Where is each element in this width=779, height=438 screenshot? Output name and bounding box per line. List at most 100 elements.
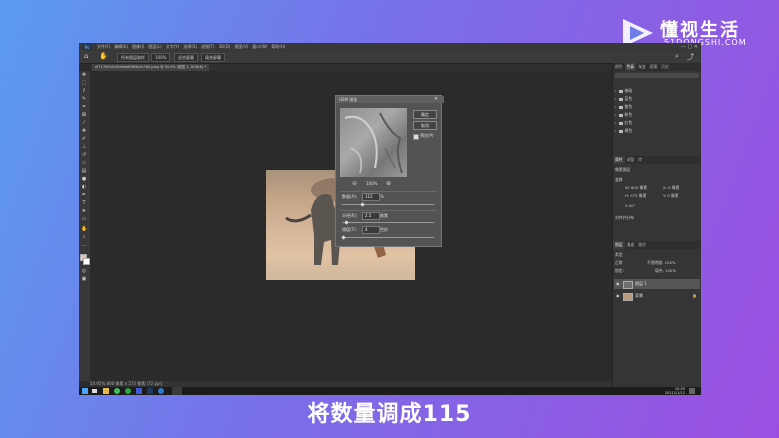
zoom-field[interactable]: 100% xyxy=(151,53,171,62)
menu-image[interactable]: 图像(I) xyxy=(132,43,144,51)
path-select-tool-icon[interactable]: ➤ xyxy=(81,209,87,214)
brush-tool-icon[interactable]: ✐ xyxy=(81,137,87,142)
quick-select-tool-icon[interactable]: ✎ xyxy=(81,97,87,102)
edge-icon[interactable] xyxy=(158,388,164,394)
blur-tool-icon[interactable]: ● xyxy=(81,177,87,182)
search-icon[interactable]: ⌕ xyxy=(675,52,679,61)
tab-color[interactable]: 颜色 xyxy=(613,63,625,71)
swatch-folder[interactable]: › 蓝色 xyxy=(615,96,695,102)
fill-field[interactable]: 填充: 100% xyxy=(655,268,699,274)
hand-tool-side-icon[interactable]: ✋ xyxy=(81,227,87,232)
amount-slider-track[interactable] xyxy=(342,204,434,205)
hand-tool-icon[interactable]: ✋ xyxy=(99,52,108,60)
dialog-close-icon[interactable]: ✕ xyxy=(434,96,438,103)
background-color-swatch[interactable] xyxy=(83,258,90,265)
window-controls[interactable]: — ▢ ✕ xyxy=(681,43,698,51)
type-tool-icon[interactable]: T xyxy=(81,201,87,206)
zoom-out-icon[interactable]: ⊖ xyxy=(352,180,357,187)
menu-3d[interactable]: 3D(D) xyxy=(219,43,231,51)
sample-all-layers-checkbox[interactable]: 所有图层取样 xyxy=(117,53,149,62)
swatch-folder[interactable]: › 红色 xyxy=(615,120,695,126)
pen-tool-icon[interactable]: ✒ xyxy=(81,193,87,198)
history-brush-tool-icon[interactable]: ↺ xyxy=(81,153,87,158)
visibility-eye-icon[interactable]: ◉ xyxy=(616,291,620,301)
blend-mode-select[interactable]: 正常 xyxy=(615,260,643,266)
fit-screen-button[interactable]: 适合屏幕 xyxy=(174,53,198,62)
menu-edit[interactable]: 编辑(E) xyxy=(114,43,128,51)
healing-tool-icon[interactable]: ✚ xyxy=(81,129,87,134)
tab-libraries[interactable]: 库 xyxy=(636,156,644,164)
photoshop-taskbar-icon[interactable] xyxy=(147,388,153,394)
layer-kind-filter[interactable]: 类型 xyxy=(615,252,645,258)
layer-row[interactable]: ◉ 背景 🔒 xyxy=(614,291,700,301)
amount-slider-knob[interactable] xyxy=(360,202,365,207)
move-tool-icon[interactable]: ✥ xyxy=(81,73,87,78)
visibility-eye-icon[interactable]: ◉ xyxy=(616,279,620,289)
windows-start-icon[interactable] xyxy=(82,388,88,394)
radius-slider-knob[interactable] xyxy=(344,220,349,225)
threshold-slider-track[interactable] xyxy=(342,237,434,238)
swatch-folder[interactable]: › 基础 xyxy=(615,88,695,94)
swatch-folder[interactable]: › 粉色 xyxy=(615,112,695,118)
screen-mode-icon[interactable]: ▣ xyxy=(81,277,87,282)
search-taskbar-icon[interactable] xyxy=(92,389,97,393)
active-photoshop-task[interactable] xyxy=(172,387,182,395)
radius-slider-track[interactable] xyxy=(342,222,434,223)
amount-input[interactable]: 115 xyxy=(362,193,380,201)
lasso-tool-icon[interactable]: ℓ xyxy=(81,89,87,94)
dodge-tool-icon[interactable]: ◐ xyxy=(81,185,87,190)
ok-button[interactable]: 确定 xyxy=(413,110,437,119)
preview-checkbox[interactable] xyxy=(413,134,419,140)
menu-select[interactable]: 选择(S) xyxy=(183,43,197,51)
tab-patterns[interactable]: 图案 xyxy=(648,63,660,71)
angle-field[interactable]: 0.00° xyxy=(625,203,655,209)
home-icon[interactable]: ⌂ xyxy=(84,52,88,60)
fill-screen-button[interactable]: 填充屏幕 xyxy=(201,53,225,62)
cancel-button[interactable]: 取消 xyxy=(413,121,437,130)
more-tools-icon[interactable]: … xyxy=(81,243,87,248)
menu-view[interactable]: 视图(V) xyxy=(234,43,248,51)
clock[interactable]: 10:59 2021/11/12 xyxy=(663,387,685,395)
menu-help[interactable]: 帮助(H) xyxy=(271,43,285,51)
threshold-input[interactable]: 4 xyxy=(362,226,380,234)
menu-type[interactable]: 文字(Y) xyxy=(166,43,180,51)
eyedropper-tool-icon[interactable]: ⁄ xyxy=(81,121,87,126)
gradient-tool-icon[interactable]: ▤ xyxy=(81,169,87,174)
tab-adjustments[interactable]: 调整 xyxy=(625,156,637,164)
share-icon[interactable]: ⤴ xyxy=(687,52,694,62)
zoom-in-icon[interactable]: ⊕ xyxy=(386,180,391,187)
document-tab[interactable]: ef717b5d015d9ea66f69e4c7b0.jpeg @ 50.9% … xyxy=(92,64,210,71)
layer-row[interactable]: ◉ 图层 1 xyxy=(614,279,700,289)
filter-preview[interactable] xyxy=(340,108,407,177)
quick-mask-icon[interactable]: ◎ xyxy=(81,269,87,274)
menu-window[interactable]: 窗口(W) xyxy=(252,43,267,51)
file-explorer-icon[interactable] xyxy=(103,388,109,394)
swatch-strip[interactable] xyxy=(615,73,699,78)
stamp-tool-icon[interactable]: ⊥ xyxy=(81,145,87,150)
chrome-icon[interactable] xyxy=(114,388,120,394)
shape-tool-icon[interactable]: ▭ xyxy=(81,217,87,222)
eraser-tool-icon[interactable]: ▱ xyxy=(81,161,87,166)
tab-swatches[interactable]: 色板 xyxy=(624,63,637,71)
frame-tool-icon[interactable]: ⊠ xyxy=(81,113,87,118)
tab-history[interactable]: 历史 xyxy=(659,63,671,71)
tab-gradients[interactable]: 渐变 xyxy=(636,63,648,71)
tab-paths[interactable]: 路径 xyxy=(636,241,648,249)
opacity-field[interactable]: 不透明度: 100% xyxy=(647,260,699,266)
menu-layer[interactable]: 图层(L) xyxy=(148,43,161,51)
width-field[interactable]: W: 800 像素 xyxy=(625,185,661,191)
tab-properties[interactable]: 属性 xyxy=(613,156,625,164)
notification-icon[interactable] xyxy=(689,388,695,394)
threshold-slider-knob[interactable] xyxy=(341,235,346,240)
tab-layers[interactable]: 图层 xyxy=(613,241,625,249)
y-field[interactable]: Y: 0 像素 xyxy=(663,193,699,199)
radius-input[interactable]: 2.5 xyxy=(362,212,380,220)
height-field[interactable]: H: 573 像素 xyxy=(625,193,661,199)
crop-tool-icon[interactable]: ⌗ xyxy=(81,105,87,110)
zoom-tool-icon[interactable]: ⌕ xyxy=(81,235,87,240)
x-field[interactable]: X: 0 像素 xyxy=(663,185,699,191)
menu-file[interactable]: 文件(F) xyxy=(97,43,110,51)
menu-filter[interactable]: 滤镜(T) xyxy=(201,43,215,51)
swatch-folder[interactable]: › 褐色 xyxy=(615,128,695,134)
wechat-icon[interactable] xyxy=(125,388,131,394)
